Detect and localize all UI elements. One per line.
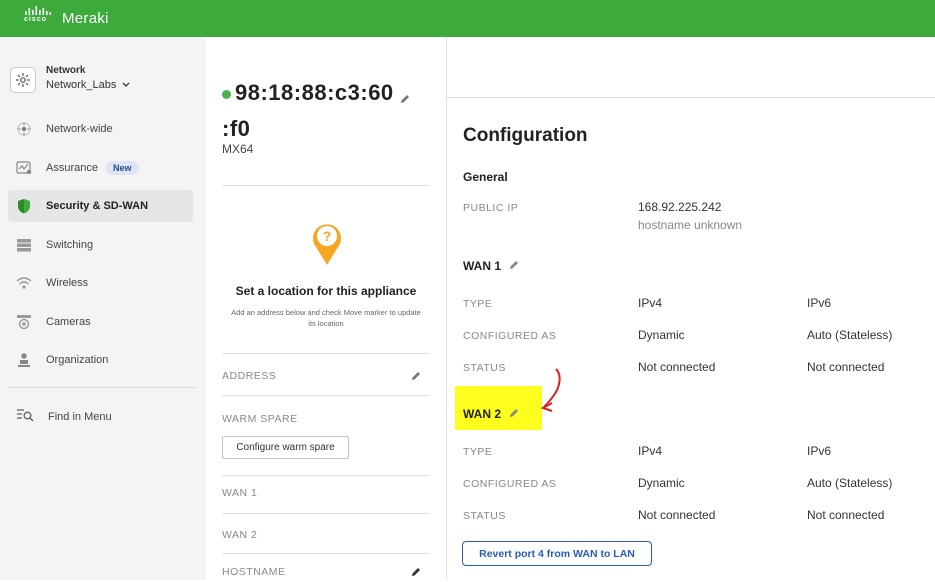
sidebar-item-organization[interactable]: Organization: [8, 344, 193, 376]
public-ip-value: 168.92.225.242: [638, 200, 722, 214]
panel-header-strip: [447, 58, 935, 98]
svg-text:?: ?: [323, 228, 332, 244]
sidebar-item-switching[interactable]: Switching: [8, 229, 193, 261]
divider: [222, 395, 429, 396]
location-pin-icon: ?: [310, 221, 344, 272]
wan2-status-v6: Not connected: [807, 508, 885, 522]
revert-port-button[interactable]: Revert port 4 from WAN to LAN: [462, 541, 652, 566]
organization-icon: [16, 352, 32, 368]
sidebar-item-cameras[interactable]: Cameras: [8, 306, 193, 338]
camera-icon: [16, 314, 32, 330]
sidebar: Network Network_Labs Network-wide Assura…: [0, 37, 206, 580]
network-label: Network: [46, 65, 86, 76]
network-selector[interactable]: Network Network_Labs: [10, 65, 130, 93]
hostname-value: hostname unknown: [638, 218, 743, 232]
edit-hostname-pencil-icon[interactable]: [411, 564, 421, 582]
wan2-configured-v6: Auto (Stateless): [807, 476, 893, 490]
edit-wan2-pencil-icon[interactable]: [509, 407, 519, 421]
wan1-label: WAN 1: [222, 487, 258, 499]
wan1-ipv4: IPv4: [638, 296, 663, 310]
location-title: Set a location for this appliance: [235, 284, 417, 298]
shield-icon: [16, 198, 32, 214]
annotation-arrow-icon: [540, 367, 566, 420]
search-menu-icon: [16, 408, 34, 425]
wan2-status-v4: Not connected: [638, 508, 716, 522]
wan1-status-label: STATUS: [463, 362, 506, 374]
top-bar: cisco Meraki: [0, 0, 935, 37]
edit-name-pencil-icon[interactable]: [400, 81, 410, 113]
new-badge: New: [105, 160, 139, 175]
wan2-ipv4: IPv4: [638, 444, 663, 458]
location-description: Add an address below and check Move mark…: [231, 308, 421, 328]
divider: [222, 553, 429, 554]
configuration-panel: Configuration General PUBLIC IP 168.92.2…: [446, 37, 935, 580]
wan2-ipv6: IPv6: [807, 444, 832, 458]
configuration-title: Configuration: [463, 125, 588, 146]
wan2-status-label: STATUS: [463, 510, 506, 522]
divider: [222, 353, 429, 354]
wan2-configured-v4: Dynamic: [638, 476, 685, 490]
device-model: MX64: [222, 142, 254, 156]
wan1-type-label: TYPE: [463, 298, 493, 310]
wifi-icon: [16, 275, 32, 291]
find-in-menu[interactable]: Find in Menu: [16, 408, 112, 425]
public-ip-label: PUBLIC IP: [463, 202, 519, 214]
sidebar-item-assurance[interactable]: Assurance New: [8, 152, 193, 184]
wan1-status-v4: Not connected: [638, 360, 716, 374]
address-label: ADDRESS: [222, 370, 277, 382]
cisco-logo-icon: cisco: [24, 5, 54, 27]
divider: [222, 513, 429, 514]
warm-spare-label: WARM SPARE: [222, 413, 298, 425]
edit-wan1-pencil-icon[interactable]: [509, 259, 519, 273]
wan1-configured-v4: Dynamic: [638, 328, 685, 342]
assurance-icon: [16, 160, 32, 176]
sidebar-item-wireless[interactable]: Wireless: [8, 267, 193, 299]
switch-icon: [16, 237, 32, 253]
general-heading: General: [463, 170, 508, 184]
wan2-heading: WAN 2: [463, 407, 519, 421]
wan1-status-v6: Not connected: [807, 360, 885, 374]
online-status-dot: [222, 89, 231, 99]
cisco-meraki-logo[interactable]: cisco Meraki: [24, 4, 109, 27]
network-name[interactable]: Network_Labs: [46, 79, 130, 91]
network-icon: [10, 67, 36, 93]
wan1-ipv6: IPv6: [807, 296, 832, 310]
device-name: 98:18:88:c3:60 :f0: [222, 77, 410, 145]
configure-warm-spare-button[interactable]: Configure warm spare: [222, 436, 349, 459]
wan1-heading: WAN 1: [463, 259, 519, 273]
chevron-down-icon: [122, 80, 130, 90]
wan2-configured-label: CONFIGURED AS: [463, 478, 557, 490]
edit-address-pencil-icon[interactable]: [411, 368, 421, 386]
wan1-configured-v6: Auto (Stateless): [807, 328, 893, 342]
sidebar-nav: Network-wide Assurance New Security & SD…: [8, 113, 193, 383]
wan2-type-label: TYPE: [463, 446, 493, 458]
network-wide-icon: [16, 121, 32, 137]
sidebar-divider: [8, 387, 196, 388]
divider: [222, 185, 429, 186]
divider: [222, 475, 429, 476]
hostname-label: HOSTNAME: [222, 566, 286, 578]
wan1-configured-label: CONFIGURED AS: [463, 330, 557, 342]
sidebar-item-network-wide[interactable]: Network-wide: [8, 113, 193, 145]
wan2-label: WAN 2: [222, 529, 258, 541]
sidebar-item-security-sd-wan[interactable]: Security & SD-WAN: [8, 190, 193, 222]
meraki-wordmark: Meraki: [62, 10, 109, 27]
device-panel: 98:18:88:c3:60 :f0 MX64 ? Set a location…: [206, 37, 446, 580]
